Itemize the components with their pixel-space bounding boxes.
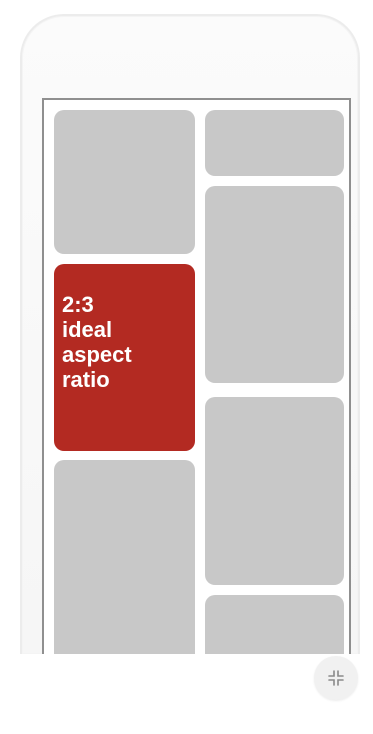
collapse-button[interactable] bbox=[314, 656, 358, 700]
grid-tile bbox=[205, 397, 344, 585]
phone-screen: 2:3 ideal aspect ratio bbox=[42, 98, 351, 654]
grid-tile bbox=[205, 595, 344, 654]
grid-tile bbox=[54, 110, 195, 254]
diagram-stage: 2:3 ideal aspect ratio bbox=[0, 0, 373, 734]
highlighted-pin-tile: 2:3 ideal aspect ratio bbox=[54, 264, 195, 451]
grid-tile bbox=[205, 110, 344, 176]
grid-tile bbox=[205, 186, 344, 383]
aspect-ratio-label: 2:3 ideal aspect ratio bbox=[62, 292, 132, 392]
collapse-icon bbox=[328, 670, 344, 686]
grid-tile bbox=[54, 460, 195, 654]
